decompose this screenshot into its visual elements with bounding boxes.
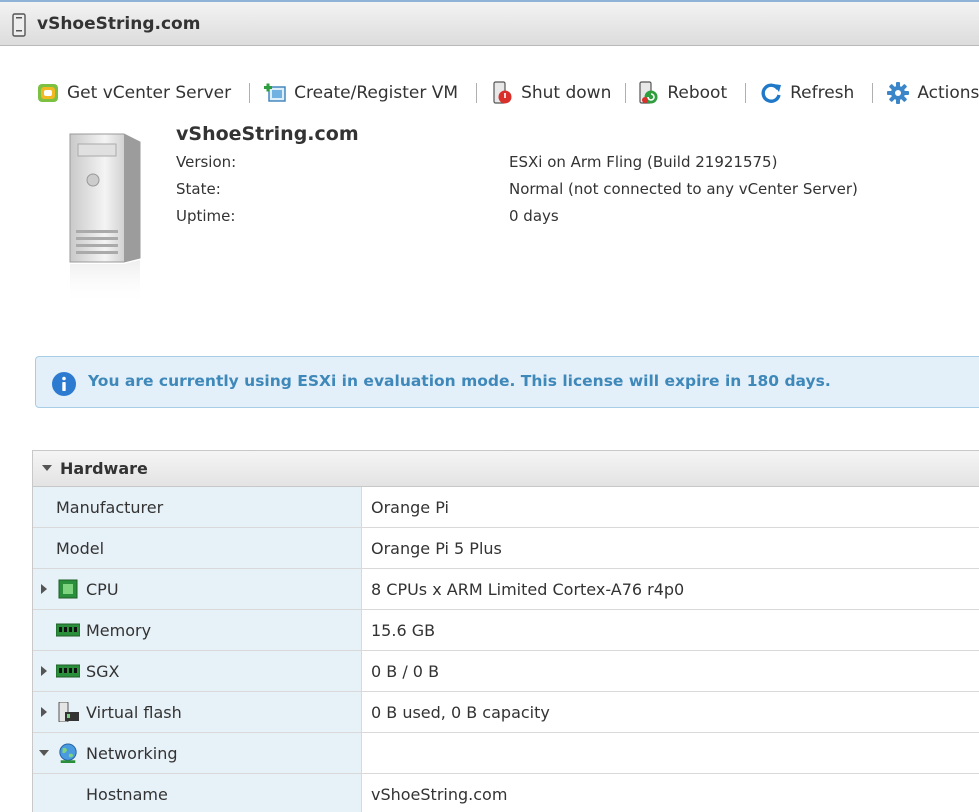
version-value: ESXi on Arm Fling (Build 21921575) xyxy=(509,153,778,171)
shut-down-button[interactable]: Shut down xyxy=(490,78,611,108)
memory-label: Memory xyxy=(86,621,152,640)
hostname-label: Hostname xyxy=(86,785,168,804)
sgx-value: 0 B / 0 B xyxy=(371,662,440,681)
hostname-value: vShoeString.com xyxy=(371,785,508,804)
reboot-label: Reboot xyxy=(667,83,728,103)
reboot-icon xyxy=(639,81,658,104)
server-tower-icon xyxy=(69,133,141,306)
memory-value: 15.6 GB xyxy=(371,621,436,640)
cpu-label: CPU xyxy=(86,580,119,599)
host-name: vShoeString.com xyxy=(176,123,359,145)
toolbar-divider xyxy=(625,83,627,103)
table-row-virtual-flash[interactable]: Virtual flash 0 B used, 0 B capacity xyxy=(33,692,979,733)
memory-icon xyxy=(56,664,80,678)
table-row-sgx[interactable]: SGX 0 B / 0 B xyxy=(33,651,979,692)
actions-label: Actions xyxy=(917,83,979,103)
table-row-networking[interactable]: Networking xyxy=(33,733,979,774)
uptime-label: Uptime: xyxy=(176,207,236,225)
collapse-icon xyxy=(42,465,52,471)
shut-down-label: Shut down xyxy=(521,83,612,103)
toolbar-divider xyxy=(476,83,478,103)
create-register-vm-label: Create/Register VM xyxy=(294,83,459,103)
license-message: You are currently using ESXi in evaluati… xyxy=(88,372,831,390)
virtual-flash-value: 0 B used, 0 B capacity xyxy=(371,703,550,722)
state-label: State: xyxy=(176,180,221,198)
toolbar: Get vCenter Server Create/Register VM Sh… xyxy=(36,78,979,108)
model-value: Orange Pi 5 Plus xyxy=(371,539,502,558)
title-bar: vShoeString.com xyxy=(0,0,979,46)
virtual-flash-icon xyxy=(58,702,79,722)
table-row-manufacturer: Manufacturer Orange Pi xyxy=(33,487,979,528)
get-vcenter-label: Get vCenter Server xyxy=(67,83,232,103)
expand-icon[interactable] xyxy=(41,584,47,594)
window-title: vShoeString.com xyxy=(37,14,201,34)
table-row-memory: Memory 15.6 GB xyxy=(33,610,979,651)
sgx-label: SGX xyxy=(86,662,120,681)
table-row-cpu[interactable]: CPU 8 CPUs x ARM Limited Cortex-A76 r4p0 xyxy=(33,569,979,610)
uptime-value: 0 days xyxy=(509,207,559,225)
toolbar-divider xyxy=(872,83,874,103)
memory-icon xyxy=(56,623,80,637)
refresh-label: Refresh xyxy=(790,83,855,103)
actions-button[interactable]: Actions xyxy=(886,78,979,108)
manufacturer-label: Manufacturer xyxy=(56,498,164,517)
create-register-vm-button[interactable]: Create/Register VM xyxy=(263,78,458,108)
refresh-icon xyxy=(761,83,782,103)
refresh-button[interactable]: Refresh xyxy=(759,78,854,108)
state-value: Normal (not connected to any vCenter Ser… xyxy=(509,180,858,198)
virtual-flash-label: Virtual flash xyxy=(86,703,182,722)
gear-icon xyxy=(887,82,910,104)
cpu-icon xyxy=(58,579,78,599)
info-icon xyxy=(52,372,76,396)
network-globe-icon xyxy=(59,743,77,763)
table-row-hostname: Hostname vShoeString.com xyxy=(33,774,979,812)
table-row-model: Model Orange Pi 5 Plus xyxy=(33,528,979,569)
shutdown-icon xyxy=(493,81,512,104)
toolbar-divider xyxy=(249,83,251,103)
reboot-button[interactable]: Reboot xyxy=(636,78,727,108)
collapse-icon[interactable] xyxy=(39,750,49,756)
hardware-title: Hardware xyxy=(60,459,148,478)
hardware-panel: Hardware Manufacturer Orange Pi Model Or… xyxy=(32,450,979,812)
manufacturer-value: Orange Pi xyxy=(371,498,449,517)
create-vm-icon xyxy=(264,83,286,102)
host-icon xyxy=(12,13,26,37)
expand-icon[interactable] xyxy=(41,666,47,676)
license-banner: You are currently using ESXi in evaluati… xyxy=(35,356,979,408)
model-label: Model xyxy=(56,539,105,558)
cpu-value: 8 CPUs x ARM Limited Cortex-A76 r4p0 xyxy=(371,580,685,599)
expand-icon[interactable] xyxy=(41,707,47,717)
toolbar-divider xyxy=(745,83,747,103)
version-label: Version: xyxy=(176,153,237,171)
hardware-header[interactable]: Hardware xyxy=(33,451,979,487)
networking-label: Networking xyxy=(86,744,178,763)
get-vcenter-button[interactable]: Get vCenter Server xyxy=(36,78,231,108)
vcenter-icon xyxy=(38,84,58,102)
